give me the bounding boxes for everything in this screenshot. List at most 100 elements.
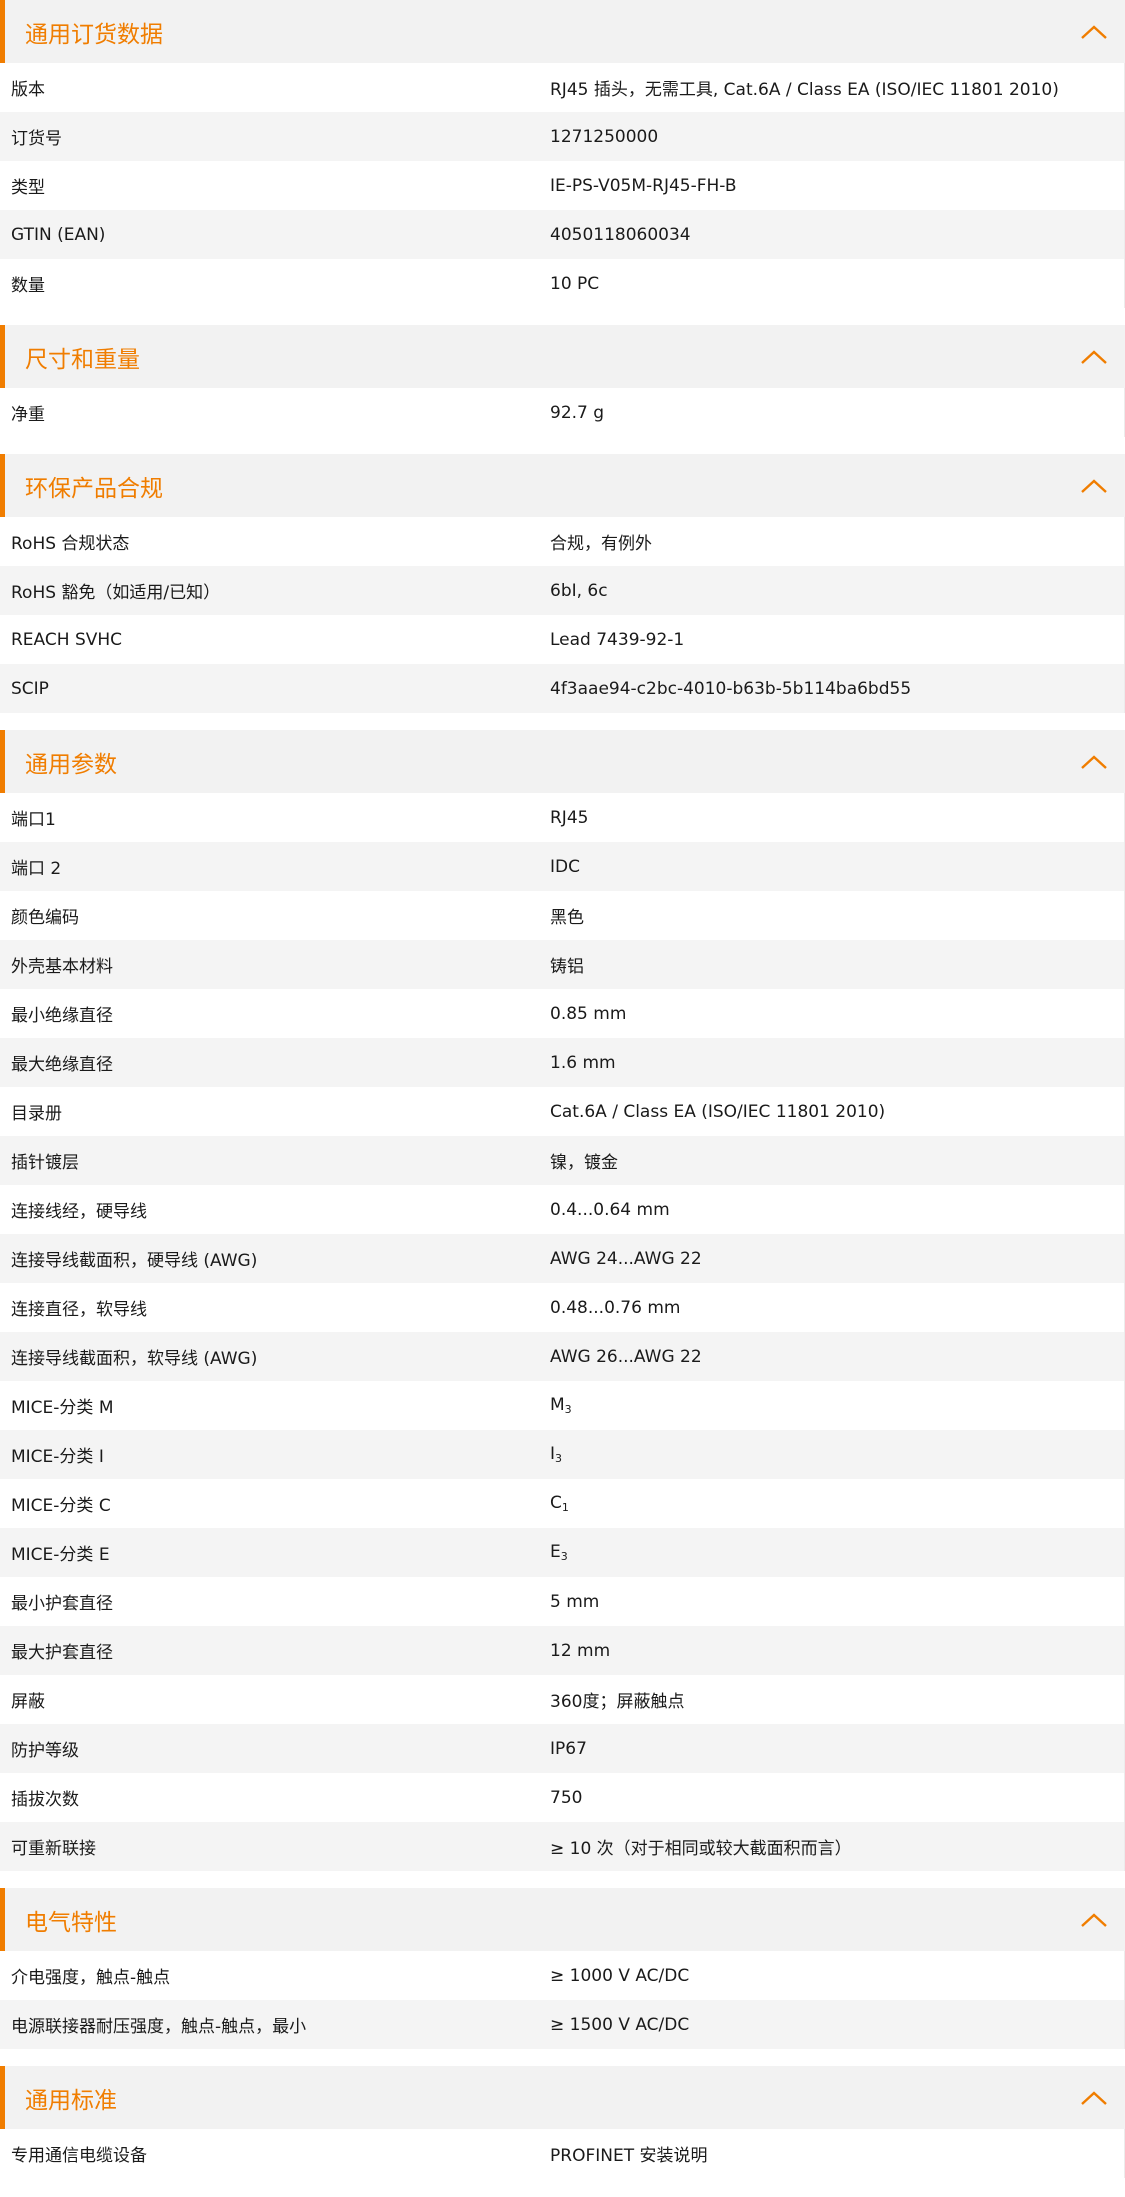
spec-row: RoHS 豁免（如适用/已知） 6bI, 6c [0, 566, 1125, 615]
spec-label: 外壳基本材料 [11, 957, 113, 977]
spec-label: MICE-分类 C [11, 1496, 111, 1516]
spec-label: 版本 [11, 80, 45, 100]
spec-row: 专用通信电缆设备 PROFINET 安装说明 [0, 2129, 1125, 2178]
spec-value-text: 合规，有例外 [550, 534, 652, 554]
spec-table: 端口1 RJ45 端口 2 IDC 颜色编码 黑色 外壳基本材料 铸铝 最小绝缘… [0, 793, 1125, 1871]
spec-section: 尺寸和重量 净重 92.7 g [0, 325, 1125, 437]
spec-label: MICE-分类 E [11, 1545, 110, 1565]
section-header[interactable]: 尺寸和重量 [0, 325, 1125, 388]
spec-label: 端口 2 [11, 859, 62, 879]
spec-row: MICE-分类 M M3 [0, 1381, 1125, 1430]
spec-value-text: 黑色 [550, 908, 584, 928]
spec-value-subscript: 1 [561, 1501, 569, 1514]
chevron-up-icon[interactable] [1079, 1911, 1109, 1929]
spec-label: 颜色编码 [11, 908, 79, 928]
spec-row: 防护等级 IP67 [0, 1724, 1125, 1773]
spec-row: 目录册 Cat.6A / Class EA (ISO/IEC 11801 201… [0, 1087, 1125, 1136]
spec-row: 净重 92.7 g [0, 388, 1125, 437]
spec-row: 电源联接器耐压强度，触点-触点，最小 ≥ 1500 V AC/DC [0, 2000, 1125, 2049]
spec-row: GTIN (EAN) 4050118060034 [0, 210, 1125, 259]
spec-value: 10 PC [550, 274, 1124, 294]
spec-label: RoHS 合规状态 [11, 534, 130, 554]
spec-label: 介电强度，触点-触点 [11, 1968, 171, 1988]
spec-value-text: 10 PC [550, 273, 600, 294]
spec-row: 插拔次数 750 [0, 1773, 1125, 1822]
spec-label: 插拔次数 [11, 1790, 79, 1810]
chevron-up-icon[interactable] [1079, 477, 1109, 495]
spec-label: 专用通信电缆设备 [11, 2146, 147, 2166]
section-title: 电气特性 [25, 1909, 117, 1936]
spec-value-text: ≥ 1500 V AC/DC [550, 2014, 690, 2035]
spec-value: AWG 24...AWG 22 [550, 1249, 1124, 1269]
spec-table: 介电强度，触点-触点 ≥ 1000 V AC/DC 电源联接器耐压强度，触点-触… [0, 1951, 1125, 2049]
spec-value-text: E [550, 1542, 561, 1562]
spec-row: 外壳基本材料 铸铝 [0, 940, 1125, 989]
spec-row: 最小绝缘直径 0.85 mm [0, 989, 1125, 1038]
spec-value-text: 1.6 mm [550, 1052, 616, 1073]
spec-label: 屏蔽 [11, 1692, 45, 1712]
spec-value: AWG 26...AWG 22 [550, 1347, 1124, 1367]
section-header[interactable]: 通用标准 [0, 2066, 1125, 2129]
spec-row: 插针镀层 镍，镀金 [0, 1136, 1125, 1185]
spec-value: RJ45 [550, 808, 1124, 828]
spec-row: 连接直径，软导线 0.48...0.76 mm [0, 1283, 1125, 1332]
spec-label: 电源联接器耐压强度，触点-触点，最小 [11, 2017, 307, 2037]
spec-value-subscript: 3 [560, 1550, 568, 1563]
spec-label: SCIP [11, 678, 49, 699]
spec-value: M3 [550, 1395, 1124, 1416]
spec-label: 连接导线截面积，硬导线 (AWG) [11, 1251, 258, 1271]
chevron-up-icon[interactable] [1079, 753, 1109, 771]
spec-row: 最大护套直径 12 mm [0, 1626, 1125, 1675]
spec-value-text: AWG 24...AWG 22 [550, 1248, 702, 1269]
section-header[interactable]: 通用参数 [0, 730, 1125, 793]
spec-value: C1 [550, 1493, 1124, 1514]
spec-value: 黑色 [550, 903, 1124, 928]
spec-table: 版本 RJ45 插头，无需工具, Cat.6A / Class EA (ISO/… [0, 63, 1125, 308]
spec-table: RoHS 合规状态 合规，有例外 RoHS 豁免（如适用/已知） 6bI, 6c… [0, 517, 1125, 713]
section-title: 环保产品合规 [25, 475, 163, 502]
spec-value-text: 92.7 g [550, 402, 605, 423]
spec-row: 屏蔽 360度；屏蔽触点 [0, 1675, 1125, 1724]
spec-section: 电气特性 介电强度，触点-触点 ≥ 1000 V AC/DC 电源联接器耐压强度… [0, 1888, 1125, 2049]
spec-row: MICE-分类 I I3 [0, 1430, 1125, 1479]
spec-label: MICE-分类 M [11, 1398, 114, 1418]
spec-row: 可重新联接 ≥ 10 次（对于相同或较大截面积而言） [0, 1822, 1125, 1871]
spec-row: 数量 10 PC [0, 259, 1125, 308]
section-header[interactable]: 电气特性 [0, 1888, 1125, 1951]
spec-value-text: 铸铝 [550, 957, 584, 977]
spec-label: 连接直径，软导线 [11, 1300, 147, 1320]
spec-value-text: 0.4...0.64 mm [550, 1199, 670, 1220]
spec-label: REACH SVHC [11, 629, 123, 650]
spec-value: ≥ 1500 V AC/DC [550, 2015, 1124, 2035]
section-header[interactable]: 通用订货数据 [0, 0, 1125, 63]
section-title: 通用订货数据 [25, 21, 163, 48]
spec-label: 目录册 [11, 1104, 62, 1124]
spec-sheet: 通用订货数据 版本 RJ45 插头，无需工具, Cat.6A / Class E… [0, 0, 1125, 2178]
spec-value: 750 [550, 1788, 1124, 1808]
chevron-up-icon[interactable] [1079, 348, 1109, 366]
spec-label: 连接线经，硬导线 [11, 1202, 147, 1222]
section-header[interactable]: 环保产品合规 [0, 454, 1125, 517]
spec-label: 数量 [11, 276, 45, 296]
spec-label: 净重 [11, 405, 45, 425]
spec-value: 360度；屏蔽触点 [550, 1687, 1124, 1712]
spec-row: 最大绝缘直径 1.6 mm [0, 1038, 1125, 1087]
spec-row: 连接线经，硬导线 0.4...0.64 mm [0, 1185, 1125, 1234]
spec-value: 4f3aae94-c2bc-4010-b63b-5b114ba6bd55 [550, 679, 1124, 699]
spec-value: 0.4...0.64 mm [550, 1200, 1124, 1220]
spec-row: 连接导线截面积，硬导线 (AWG) AWG 24...AWG 22 [0, 1234, 1125, 1283]
spec-label: 可重新联接 [11, 1839, 96, 1859]
spec-value: 0.48...0.76 mm [550, 1298, 1124, 1318]
spec-value-text: PROFINET 安装说明 [550, 2146, 708, 2166]
chevron-up-icon[interactable] [1079, 2089, 1109, 2107]
spec-row: 端口 2 IDC [0, 842, 1125, 891]
spec-value-subscript: 3 [564, 1403, 572, 1416]
spec-value: Cat.6A / Class EA (ISO/IEC 11801 2010) [550, 1102, 1124, 1122]
spec-section: 环保产品合规 RoHS 合规状态 合规，有例外 RoHS 豁免（如适用/已知） … [0, 454, 1125, 713]
spec-value-text: 6bI, 6c [550, 580, 608, 601]
spec-value: PROFINET 安装说明 [550, 2141, 1124, 2166]
chevron-up-icon[interactable] [1079, 23, 1109, 41]
spec-table: 专用通信电缆设备 PROFINET 安装说明 [0, 2129, 1125, 2178]
spec-row: SCIP 4f3aae94-c2bc-4010-b63b-5b114ba6bd5… [0, 664, 1125, 713]
spec-value-text: 12 mm [550, 1640, 611, 1661]
